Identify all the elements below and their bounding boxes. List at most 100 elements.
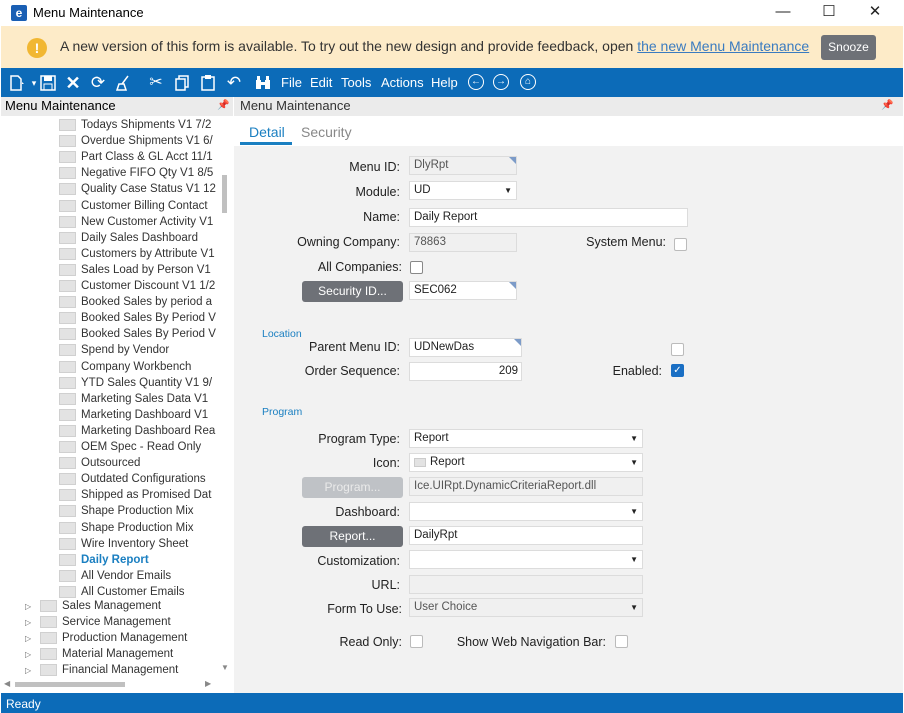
folder-icon <box>59 457 76 470</box>
folder-icon <box>59 167 76 180</box>
tree-item[interactable]: Company Workbench <box>59 359 191 375</box>
name-field[interactable]: Daily Report <box>409 208 688 227</box>
show-web-nav-checkbox[interactable] <box>615 635 628 648</box>
refresh-icon[interactable]: ⟳ <box>87 72 109 94</box>
tab-detail[interactable]: Detail <box>249 124 285 140</box>
menu-file[interactable]: File <box>281 75 302 90</box>
tree-item[interactable]: Booked Sales by period a <box>59 294 212 310</box>
parent-menu-checkbox[interactable] <box>671 343 684 356</box>
tree-item[interactable]: Booked Sales By Period V <box>59 326 216 342</box>
menu-actions[interactable]: Actions <box>381 75 424 90</box>
order-sequence-field[interactable]: 209 <box>409 362 522 381</box>
program-button[interactable]: Program... <box>302 477 403 498</box>
tree-item[interactable]: Customer Billing Contact <box>59 198 208 214</box>
tree-item[interactable]: Customer Discount V1 1/2 <box>59 278 215 294</box>
tree-item[interactable]: Daily Report <box>59 552 149 568</box>
snooze-button[interactable]: Snooze <box>821 35 876 60</box>
back-arrow-icon[interactable]: ← <box>468 74 484 90</box>
security-id-button[interactable]: Security ID... <box>302 281 403 302</box>
tree-item[interactable]: Marketing Dashboard Rea <box>59 423 215 439</box>
menu-id-field[interactable]: DlyRpt <box>409 156 517 175</box>
parent-menu-id-field[interactable]: UDNewDas <box>409 338 522 357</box>
tree-item[interactable]: OEM Spec - Read Only <box>59 439 201 455</box>
tree-item[interactable]: New Customer Activity V1 <box>59 214 213 230</box>
banner-message: A new version of this form is available.… <box>60 38 809 54</box>
expand-arrow-icon[interactable]: ▷ <box>25 602 35 611</box>
tree-item[interactable]: Marketing Sales Data V1 <box>59 391 208 407</box>
clear-broom-icon[interactable] <box>113 72 135 94</box>
tree-item[interactable]: Part Class & GL Acct 11/1 <box>59 149 213 165</box>
tree-item[interactable]: Shape Production Mix <box>59 520 194 536</box>
module-dropdown[interactable]: UD ▼ <box>409 181 517 200</box>
search-binoculars-icon[interactable] <box>252 72 274 94</box>
tree-item[interactable]: All Vendor Emails <box>59 568 171 584</box>
menu-help[interactable]: Help <box>431 75 458 90</box>
close-button[interactable]: ✕ <box>852 0 898 26</box>
tree-item[interactable]: Shipped as Promised Dat <box>59 487 211 503</box>
tree-horizontal-scroll-thumb[interactable] <box>15 682 125 687</box>
security-id-field[interactable]: SEC062 <box>409 281 517 300</box>
tree-item[interactable]: Sales Load by Person V1 <box>59 262 211 278</box>
all-companies-checkbox[interactable] <box>410 261 423 274</box>
tree-item[interactable]: Wire Inventory Sheet <box>59 536 188 552</box>
dashboard-dropdown[interactable]: ▼ <box>409 502 643 521</box>
forward-arrow-icon[interactable]: → <box>493 74 509 90</box>
tree-group[interactable]: ▷ Service Management <box>25 614 171 630</box>
tree-item[interactable]: Todays Shipments V1 7/2 <box>59 117 211 133</box>
undo-icon[interactable]: ↶ <box>223 72 245 94</box>
tree-item[interactable]: Customers by Attribute V1 <box>59 246 215 262</box>
expand-arrow-icon[interactable]: ▷ <box>25 618 35 627</box>
system-menu-checkbox[interactable] <box>674 238 687 251</box>
tree-item[interactable]: Marketing Dashboard V1 <box>59 407 208 423</box>
cut-icon[interactable]: ✂ <box>145 72 167 94</box>
home-icon[interactable]: ⌂ <box>520 74 536 90</box>
tree-item[interactable]: Outdated Configurations <box>59 471 206 487</box>
url-field[interactable] <box>409 575 643 594</box>
detail-panel-header: Menu Maintenance 📌 <box>234 97 903 116</box>
minimize-button[interactable]: — <box>760 0 806 26</box>
tree-item[interactable]: Booked Sales By Period V <box>59 310 216 326</box>
maximize-button[interactable]: ☐ <box>806 0 852 26</box>
tree-item[interactable]: Outsourced <box>59 455 140 471</box>
tree-item[interactable]: Shape Production Mix <box>59 503 194 519</box>
report-button[interactable]: Report... <box>302 526 403 547</box>
new-form-link[interactable]: the new Menu Maintenance <box>637 38 809 54</box>
form-to-use-dropdown[interactable]: User Choice ▼ <box>409 598 643 617</box>
tree-group[interactable]: ▷ Financial Management <box>25 662 178 678</box>
tree-item[interactable]: Negative FIFO Qty V1 8/5 <box>59 165 213 181</box>
pin-icon[interactable]: 📌 <box>217 100 229 111</box>
program-field[interactable]: Ice.UIRpt.DynamicCriteriaReport.dll <box>409 477 643 496</box>
expand-arrow-icon[interactable]: ▷ <box>25 666 35 675</box>
tree-scroll-thumb[interactable] <box>222 175 227 213</box>
delete-icon[interactable]: ✕ <box>62 72 84 94</box>
menu-edit[interactable]: Edit <box>310 75 332 90</box>
save-icon[interactable] <box>37 72 59 94</box>
read-only-checkbox[interactable] <box>410 635 423 648</box>
report-field[interactable]: DailyRpt <box>409 526 643 545</box>
scroll-down-arrow-icon[interactable]: ▼ <box>221 663 229 672</box>
expand-arrow-icon[interactable]: ▷ <box>25 634 35 643</box>
tree-item[interactable]: Overdue Shipments V1 6/ <box>59 133 213 149</box>
tree-item[interactable]: Daily Sales Dashboard <box>59 230 198 246</box>
enabled-checkbox[interactable]: ✓ <box>671 364 684 377</box>
detail-pin-icon[interactable]: 📌 <box>881 100 893 111</box>
tree-group[interactable]: ▷ Production Management <box>25 630 187 646</box>
icon-dropdown[interactable]: Report ▼ <box>409 453 643 472</box>
tree-item[interactable]: Quality Case Status V1 12 <box>59 181 216 197</box>
expand-arrow-icon[interactable]: ▷ <box>25 650 35 659</box>
tree-item-label: Todays Shipments V1 7/2 <box>81 119 212 131</box>
customization-dropdown[interactable]: ▼ <box>409 550 643 569</box>
program-type-dropdown[interactable]: Report ▼ <box>409 429 643 448</box>
scroll-left-arrow-icon[interactable]: ◀ <box>4 679 10 688</box>
tab-security[interactable]: Security <box>301 124 352 140</box>
menu-tools[interactable]: Tools <box>341 75 371 90</box>
scroll-right-arrow-icon[interactable]: ▶ <box>205 679 211 688</box>
tree-item[interactable]: YTD Sales Quantity V1 9/ <box>59 375 212 391</box>
owning-company-field[interactable]: 78863 <box>409 233 517 252</box>
copy-icon[interactable] <box>171 72 193 94</box>
module-value: UD <box>414 184 431 196</box>
tree-group[interactable]: ▷ Material Management <box>25 646 173 662</box>
paste-icon[interactable] <box>197 72 219 94</box>
tree-item[interactable]: Spend by Vendor <box>59 342 169 358</box>
tree-group[interactable]: ▷ Sales Management <box>25 598 161 614</box>
